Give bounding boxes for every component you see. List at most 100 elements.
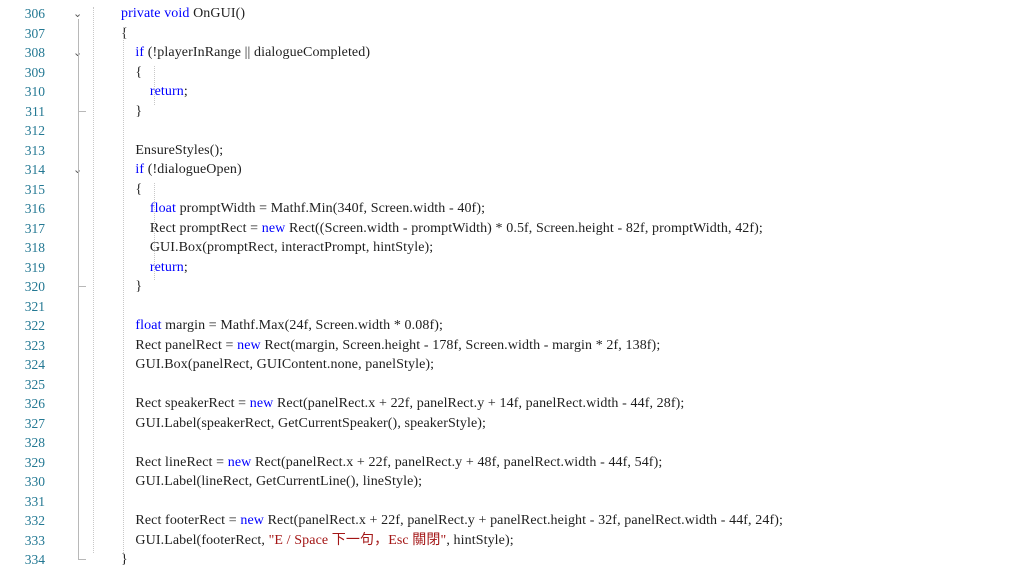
code-text: { [121,63,142,83]
code-token: Rect(panelRect.x + 22f, panelRect.y + 48… [251,454,663,470]
code-line[interactable]: 324 GUI.Box(panelRect, GUIContent.none, … [0,354,1024,374]
code-line[interactable]: 330 GUI.Label(lineRect, GetCurrentLine()… [0,471,1024,491]
line-number: 326 [24,396,45,411]
line-number: 311 [25,103,45,119]
code-line[interactable]: 322 float margin = Mathf.Max(24f, Screen… [0,315,1024,335]
code-token: , hintStyle); [446,532,514,548]
code-line[interactable]: 313 EnsureStyles(); [0,140,1024,160]
code-token: } [135,103,143,119]
code-line[interactable]: 312 [0,120,1024,140]
code-text: { [121,180,142,200]
code-line[interactable]: 332 Rect footerRect = new Rect(panelRect… [0,510,1024,530]
line-number: 319 [24,259,45,275]
indent-guide-2a [154,65,155,105]
line-number: 325 [24,376,45,392]
code-token: Rect speakerRect = [135,396,250,411]
code-editor[interactable]: 306 ⌄ private void OnGUI() 307{308 ⌄ if (!pl… [0,0,1024,583]
code-token: Rect(margin, Screen.height - 178f, Scree… [260,337,661,353]
indent-guide-0 [93,7,94,553]
code-token: (!dialogueOpen) [144,162,242,177]
code-text: GUI.Box(panelRect, GUIContent.none, pane… [121,355,434,375]
code-token: GUI.Label(footerRect, [135,532,269,548]
code-line[interactable]: 306 ⌄ private void OnGUI() [0,3,1024,23]
keyword-token: if [135,45,145,60]
code-line[interactable]: 327 GUI.Label(speakerRect, GetCurrentSpe… [0,413,1024,433]
code-text: } [121,277,142,297]
line-number: 322 [24,318,45,333]
code-text: Rect lineRect = new Rect(panelRect.x + 2… [121,453,662,473]
code-text: if (!dialogueOpen) [121,160,242,180]
line-number: 333 [24,532,45,548]
line-number: 323 [24,337,45,353]
code-token: Rect footerRect = [135,513,241,528]
code-text: Rect panelRect = new Rect(margin, Screen… [121,336,660,356]
code-token: GUI.Box(promptRect, interactPrompt, hint… [149,240,434,255]
code-line[interactable]: 308 ⌄ if (!playerInRange || dialogueCompl… [0,42,1024,62]
code-line[interactable]: 314 ⌄ if (!dialogueOpen) [0,159,1024,179]
keyword-token: new [237,337,261,353]
line-number: 316 [24,201,45,216]
string-token: "E / Space 下一句，Esc 關閉" [268,532,447,548]
line-number: 334 [24,552,45,567]
fold-region-if2-end [78,286,86,287]
keyword-token: if [135,162,145,177]
code-token: Rect panelRect = [135,337,238,353]
line-number: 320 [24,279,45,294]
line-number: 308 [24,45,45,60]
line-number: 332 [24,513,45,528]
code-line[interactable]: 333 GUI.Label(footerRect, "E / Space 下一句… [0,530,1024,550]
keyword-token: private [121,6,161,21]
code-token: ; [183,259,188,275]
code-text: GUI.Label(speakerRect, GetCurrentSpeaker… [121,414,486,434]
code-line[interactable]: 329 Rect lineRect = new Rect(panelRect.x… [0,452,1024,472]
code-line[interactable]: 334} [0,549,1024,569]
line-number: 312 [24,123,45,138]
fold-region-method-end [78,559,86,560]
code-text: Rect promptRect = new Rect((Screen.width… [121,219,763,239]
code-token: GUI.Label(speakerRect, GetCurrentSpeaker… [135,415,487,431]
code-token: Rect((Screen.width - promptWidth) * 0.5f… [285,220,763,236]
code-line[interactable]: 325 [0,374,1024,394]
indent-guide-1 [123,26,124,553]
code-token: ; [183,84,188,99]
line-number: 309 [24,64,45,80]
code-text: if (!playerInRange || dialogueCompleted) [121,43,370,63]
line-number: 317 [24,220,45,236]
keyword-token: new [249,396,274,411]
fold-region-if2 [78,175,79,286]
code-token: } [135,279,143,294]
code-token: OnGUI() [189,6,246,21]
fold-region-if1-end [78,110,86,112]
code-token: { [135,181,143,197]
code-line[interactable]: 326 Rect speakerRect = new Rect(panelRec… [0,393,1024,413]
keyword-token: new [261,220,286,236]
code-text: GUI.Label(lineRect, GetCurrentLine(), li… [121,472,422,492]
code-line[interactable]: 328 [0,432,1024,452]
code-line[interactable]: 307{ [0,23,1024,43]
code-text: } [121,550,128,570]
line-number: 321 [24,298,45,314]
code-line[interactable]: 331 [0,491,1024,511]
code-token: { [135,64,143,80]
code-token: Rect(panelRect.x + 22f, panelRect.y + 14… [273,396,685,411]
code-token: promptWidth = Mathf.Min(340f, Screen.wid… [175,201,486,216]
line-number: 314 [24,162,45,177]
code-token: GUI.Box(panelRect, GUIContent.none, pane… [135,357,435,372]
code-text: Rect speakerRect = new Rect(panelRect.x … [121,394,684,414]
code-line[interactable]: 321 [0,296,1024,316]
line-number: 315 [24,181,45,197]
code-text: float margin = Mathf.Max(24f, Screen.wid… [121,316,443,336]
keyword-token: float [135,318,162,333]
code-token: } [121,552,128,567]
line-number: 327 [24,415,45,431]
keyword-token: new [227,454,252,470]
code-token: EnsureStyles(); [135,142,224,158]
code-token: Rect lineRect = [135,454,228,470]
code-line[interactable]: 323 Rect panelRect = new Rect(margin, Sc… [0,335,1024,355]
line-number: 328 [24,435,45,450]
line-number: 331 [24,493,45,509]
